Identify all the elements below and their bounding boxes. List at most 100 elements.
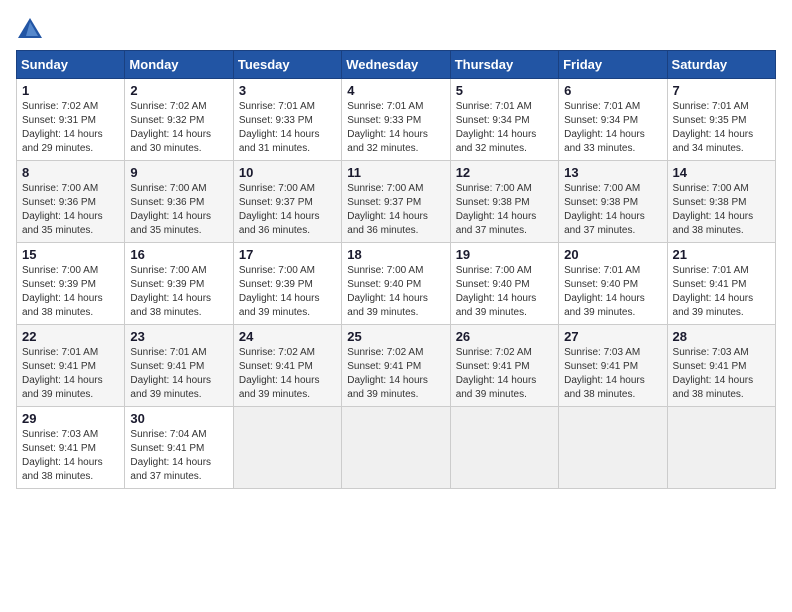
calendar-cell: 19 Sunrise: 7:00 AMSunset: 9:40 PMDaylig… — [450, 243, 558, 325]
day-number: 30 — [130, 411, 227, 426]
calendar-cell: 15 Sunrise: 7:00 AMSunset: 9:39 PMDaylig… — [17, 243, 125, 325]
day-number: 1 — [22, 83, 119, 98]
day-info: Sunrise: 7:00 AMSunset: 9:38 PMDaylight:… — [673, 183, 754, 236]
calendar-table: SundayMondayTuesdayWednesdayThursdayFrid… — [16, 50, 776, 489]
week-row-3: 15 Sunrise: 7:00 AMSunset: 9:39 PMDaylig… — [17, 243, 776, 325]
calendar-cell: 28 Sunrise: 7:03 AMSunset: 9:41 PMDaylig… — [667, 325, 775, 407]
calendar-cell: 7 Sunrise: 7:01 AMSunset: 9:35 PMDayligh… — [667, 79, 775, 161]
day-info: Sunrise: 7:01 AMSunset: 9:41 PMDaylight:… — [130, 347, 211, 400]
day-number: 14 — [673, 165, 770, 180]
day-info: Sunrise: 7:00 AMSunset: 9:38 PMDaylight:… — [564, 183, 645, 236]
calendar-cell: 21 Sunrise: 7:01 AMSunset: 9:41 PMDaylig… — [667, 243, 775, 325]
calendar-cell — [667, 407, 775, 489]
column-header-saturday: Saturday — [667, 51, 775, 79]
week-row-2: 8 Sunrise: 7:00 AMSunset: 9:36 PMDayligh… — [17, 161, 776, 243]
calendar-cell: 30 Sunrise: 7:04 AMSunset: 9:41 PMDaylig… — [125, 407, 233, 489]
day-info: Sunrise: 7:02 AMSunset: 9:41 PMDaylight:… — [347, 347, 428, 400]
logo — [16, 16, 48, 40]
day-number: 2 — [130, 83, 227, 98]
calendar-cell: 24 Sunrise: 7:02 AMSunset: 9:41 PMDaylig… — [233, 325, 341, 407]
calendar-cell: 11 Sunrise: 7:00 AMSunset: 9:37 PMDaylig… — [342, 161, 450, 243]
day-number: 18 — [347, 247, 444, 262]
calendar-cell: 22 Sunrise: 7:01 AMSunset: 9:41 PMDaylig… — [17, 325, 125, 407]
day-number: 7 — [673, 83, 770, 98]
day-number: 15 — [22, 247, 119, 262]
day-number: 3 — [239, 83, 336, 98]
calendar-cell: 25 Sunrise: 7:02 AMSunset: 9:41 PMDaylig… — [342, 325, 450, 407]
day-number: 5 — [456, 83, 553, 98]
calendar-header-row: SundayMondayTuesdayWednesdayThursdayFrid… — [17, 51, 776, 79]
column-header-monday: Monday — [125, 51, 233, 79]
week-row-1: 1 Sunrise: 7:02 AMSunset: 9:31 PMDayligh… — [17, 79, 776, 161]
calendar-cell: 26 Sunrise: 7:02 AMSunset: 9:41 PMDaylig… — [450, 325, 558, 407]
day-info: Sunrise: 7:00 AMSunset: 9:39 PMDaylight:… — [239, 265, 320, 318]
column-header-friday: Friday — [559, 51, 667, 79]
calendar-cell: 16 Sunrise: 7:00 AMSunset: 9:39 PMDaylig… — [125, 243, 233, 325]
calendar-cell — [233, 407, 341, 489]
day-info: Sunrise: 7:01 AMSunset: 9:35 PMDaylight:… — [673, 101, 754, 154]
calendar-cell: 12 Sunrise: 7:00 AMSunset: 9:38 PMDaylig… — [450, 161, 558, 243]
day-number: 13 — [564, 165, 661, 180]
calendar-cell: 5 Sunrise: 7:01 AMSunset: 9:34 PMDayligh… — [450, 79, 558, 161]
day-number: 22 — [22, 329, 119, 344]
day-info: Sunrise: 7:04 AMSunset: 9:41 PMDaylight:… — [130, 429, 211, 482]
day-info: Sunrise: 7:03 AMSunset: 9:41 PMDaylight:… — [564, 347, 645, 400]
calendar-cell: 3 Sunrise: 7:01 AMSunset: 9:33 PMDayligh… — [233, 79, 341, 161]
day-number: 17 — [239, 247, 336, 262]
day-info: Sunrise: 7:02 AMSunset: 9:41 PMDaylight:… — [239, 347, 320, 400]
calendar-cell: 2 Sunrise: 7:02 AMSunset: 9:32 PMDayligh… — [125, 79, 233, 161]
day-info: Sunrise: 7:00 AMSunset: 9:40 PMDaylight:… — [347, 265, 428, 318]
day-number: 12 — [456, 165, 553, 180]
day-info: Sunrise: 7:03 AMSunset: 9:41 PMDaylight:… — [673, 347, 754, 400]
day-number: 28 — [673, 329, 770, 344]
day-number: 9 — [130, 165, 227, 180]
calendar-cell: 23 Sunrise: 7:01 AMSunset: 9:41 PMDaylig… — [125, 325, 233, 407]
column-header-sunday: Sunday — [17, 51, 125, 79]
day-info: Sunrise: 7:01 AMSunset: 9:33 PMDaylight:… — [347, 101, 428, 154]
day-info: Sunrise: 7:01 AMSunset: 9:41 PMDaylight:… — [22, 347, 103, 400]
calendar-cell: 8 Sunrise: 7:00 AMSunset: 9:36 PMDayligh… — [17, 161, 125, 243]
calendar-cell — [342, 407, 450, 489]
calendar-cell — [559, 407, 667, 489]
day-number: 27 — [564, 329, 661, 344]
day-number: 29 — [22, 411, 119, 426]
day-number: 21 — [673, 247, 770, 262]
day-info: Sunrise: 7:02 AMSunset: 9:32 PMDaylight:… — [130, 101, 211, 154]
day-number: 11 — [347, 165, 444, 180]
day-info: Sunrise: 7:02 AMSunset: 9:31 PMDaylight:… — [22, 101, 103, 154]
logo-icon — [16, 16, 44, 40]
calendar-cell: 14 Sunrise: 7:00 AMSunset: 9:38 PMDaylig… — [667, 161, 775, 243]
day-number: 8 — [22, 165, 119, 180]
day-info: Sunrise: 7:02 AMSunset: 9:41 PMDaylight:… — [456, 347, 537, 400]
column-header-wednesday: Wednesday — [342, 51, 450, 79]
day-info: Sunrise: 7:00 AMSunset: 9:36 PMDaylight:… — [22, 183, 103, 236]
day-number: 24 — [239, 329, 336, 344]
column-header-tuesday: Tuesday — [233, 51, 341, 79]
day-number: 10 — [239, 165, 336, 180]
calendar-cell: 18 Sunrise: 7:00 AMSunset: 9:40 PMDaylig… — [342, 243, 450, 325]
calendar-cell: 17 Sunrise: 7:00 AMSunset: 9:39 PMDaylig… — [233, 243, 341, 325]
day-info: Sunrise: 7:00 AMSunset: 9:38 PMDaylight:… — [456, 183, 537, 236]
calendar-cell: 1 Sunrise: 7:02 AMSunset: 9:31 PMDayligh… — [17, 79, 125, 161]
day-info: Sunrise: 7:03 AMSunset: 9:41 PMDaylight:… — [22, 429, 103, 482]
calendar-cell: 27 Sunrise: 7:03 AMSunset: 9:41 PMDaylig… — [559, 325, 667, 407]
day-number: 26 — [456, 329, 553, 344]
column-header-thursday: Thursday — [450, 51, 558, 79]
day-info: Sunrise: 7:00 AMSunset: 9:39 PMDaylight:… — [130, 265, 211, 318]
calendar-cell: 29 Sunrise: 7:03 AMSunset: 9:41 PMDaylig… — [17, 407, 125, 489]
day-info: Sunrise: 7:00 AMSunset: 9:40 PMDaylight:… — [456, 265, 537, 318]
day-info: Sunrise: 7:01 AMSunset: 9:33 PMDaylight:… — [239, 101, 320, 154]
day-info: Sunrise: 7:01 AMSunset: 9:34 PMDaylight:… — [456, 101, 537, 154]
day-number: 23 — [130, 329, 227, 344]
day-number: 20 — [564, 247, 661, 262]
day-info: Sunrise: 7:00 AMSunset: 9:37 PMDaylight:… — [239, 183, 320, 236]
page-header — [16, 16, 776, 40]
calendar-cell: 10 Sunrise: 7:00 AMSunset: 9:37 PMDaylig… — [233, 161, 341, 243]
calendar-cell: 4 Sunrise: 7:01 AMSunset: 9:33 PMDayligh… — [342, 79, 450, 161]
day-number: 19 — [456, 247, 553, 262]
day-number: 25 — [347, 329, 444, 344]
calendar-cell: 6 Sunrise: 7:01 AMSunset: 9:34 PMDayligh… — [559, 79, 667, 161]
calendar-cell: 20 Sunrise: 7:01 AMSunset: 9:40 PMDaylig… — [559, 243, 667, 325]
day-number: 6 — [564, 83, 661, 98]
day-info: Sunrise: 7:01 AMSunset: 9:40 PMDaylight:… — [564, 265, 645, 318]
